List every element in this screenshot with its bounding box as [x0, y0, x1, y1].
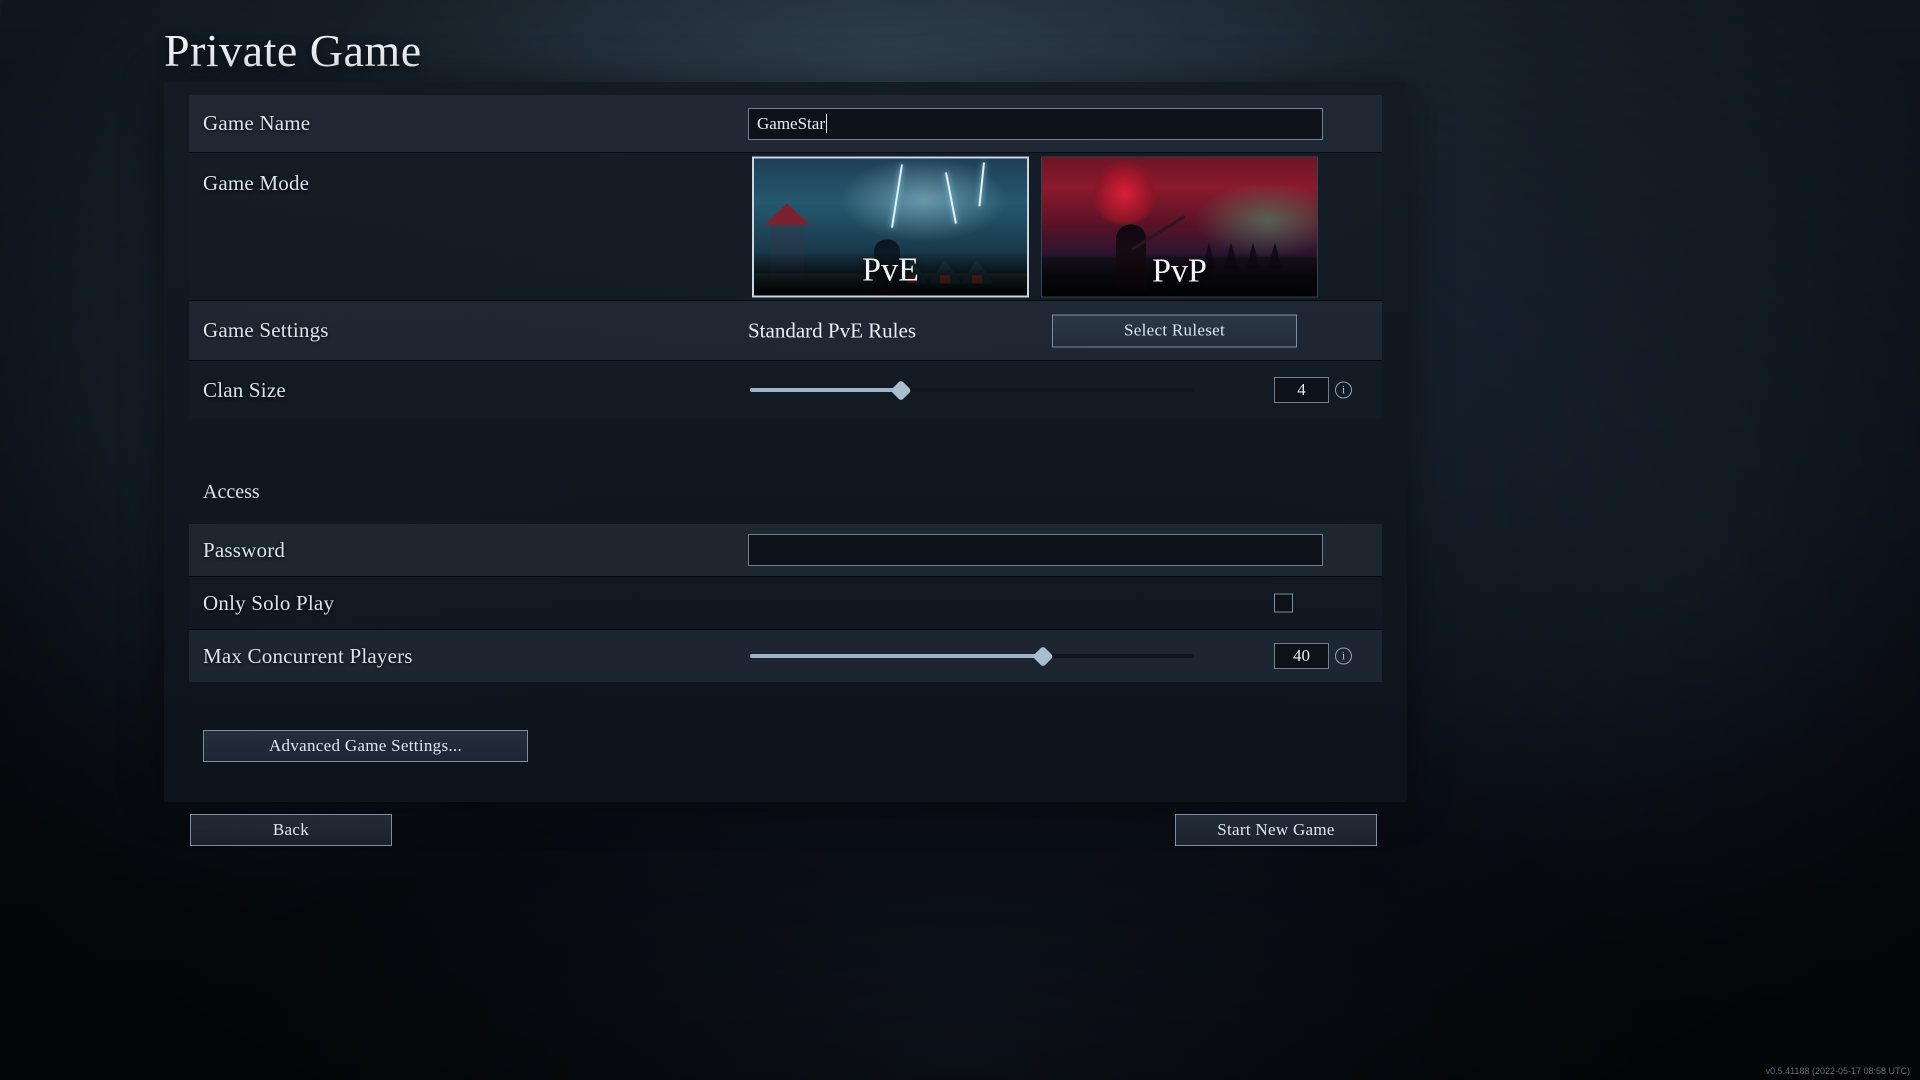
current-ruleset-value: Standard PvE Rules — [748, 318, 916, 342]
game-mode-pve-caption: PvE — [754, 251, 1027, 295]
slider-handle[interactable] — [1032, 645, 1054, 668]
select-ruleset-button[interactable]: Select Ruleset — [1052, 314, 1297, 347]
max-concurrent-players-slider[interactable] — [750, 645, 1194, 668]
max-concurrent-players-value[interactable]: 40 — [1274, 643, 1329, 669]
pve-art-lightning — [945, 171, 957, 224]
row-max-concurrent-players: Max Concurrent Players 40 i — [189, 630, 1382, 682]
text-caret — [825, 114, 827, 133]
game-mode-option-pve[interactable]: PvE — [752, 156, 1029, 297]
back-button[interactable]: Back — [190, 814, 392, 846]
slider-handle[interactable] — [890, 379, 912, 402]
clan-size-slider[interactable] — [750, 379, 1194, 402]
row-game-name: Game Name GameStar — [189, 95, 1382, 152]
pve-art-lightning — [978, 161, 986, 206]
game-mode-label: Game Mode — [203, 171, 310, 195]
game-mode-options: PvE PvP — [752, 156, 1318, 297]
game-name-input[interactable]: GameStar — [748, 107, 1323, 140]
access-section-heading: Access — [203, 481, 260, 503]
info-icon[interactable]: i — [1335, 647, 1352, 665]
game-mode-option-pvp[interactable]: PvP — [1041, 156, 1318, 297]
page-title: Private Game — [164, 25, 422, 76]
start-new-game-button[interactable]: Start New Game — [1175, 814, 1377, 846]
info-icon[interactable]: i — [1335, 381, 1352, 399]
private-game-panel: Game Name GameStar Game Mode PvE PvP Gam… — [164, 82, 1407, 802]
row-game-mode: Game Mode PvE PvP — [189, 153, 1382, 300]
password-input[interactable] — [748, 534, 1323, 566]
slider-fill — [750, 654, 1044, 658]
max-concurrent-players-label: Max Concurrent Players — [203, 643, 413, 668]
slider-fill — [750, 388, 901, 392]
row-only-solo-play: Only Solo Play — [189, 577, 1382, 629]
game-name-value: GameStar — [757, 113, 825, 133]
pve-art-lightning — [891, 163, 904, 228]
row-game-settings: Game Settings Standard PvE Rules Select … — [189, 301, 1382, 360]
clan-size-value[interactable]: 4 — [1274, 377, 1329, 403]
only-solo-play-checkbox[interactable] — [1274, 593, 1293, 613]
advanced-game-settings-button[interactable]: Advanced Game Settings... — [203, 730, 528, 762]
game-mode-pvp-caption: PvP — [1042, 252, 1317, 296]
only-solo-play-label: Only Solo Play — [203, 590, 335, 615]
game-settings-label: Game Settings — [203, 318, 329, 342]
row-password: Password — [189, 524, 1382, 576]
clan-size-label: Clan Size — [203, 377, 286, 402]
password-label: Password — [203, 537, 286, 562]
game-name-label: Game Name — [203, 111, 311, 135]
row-clan-size: Clan Size 4 i — [189, 361, 1382, 419]
version-label: v0.5.41188 (2022-05-17 08:58 UTC) — [1765, 1066, 1910, 1076]
